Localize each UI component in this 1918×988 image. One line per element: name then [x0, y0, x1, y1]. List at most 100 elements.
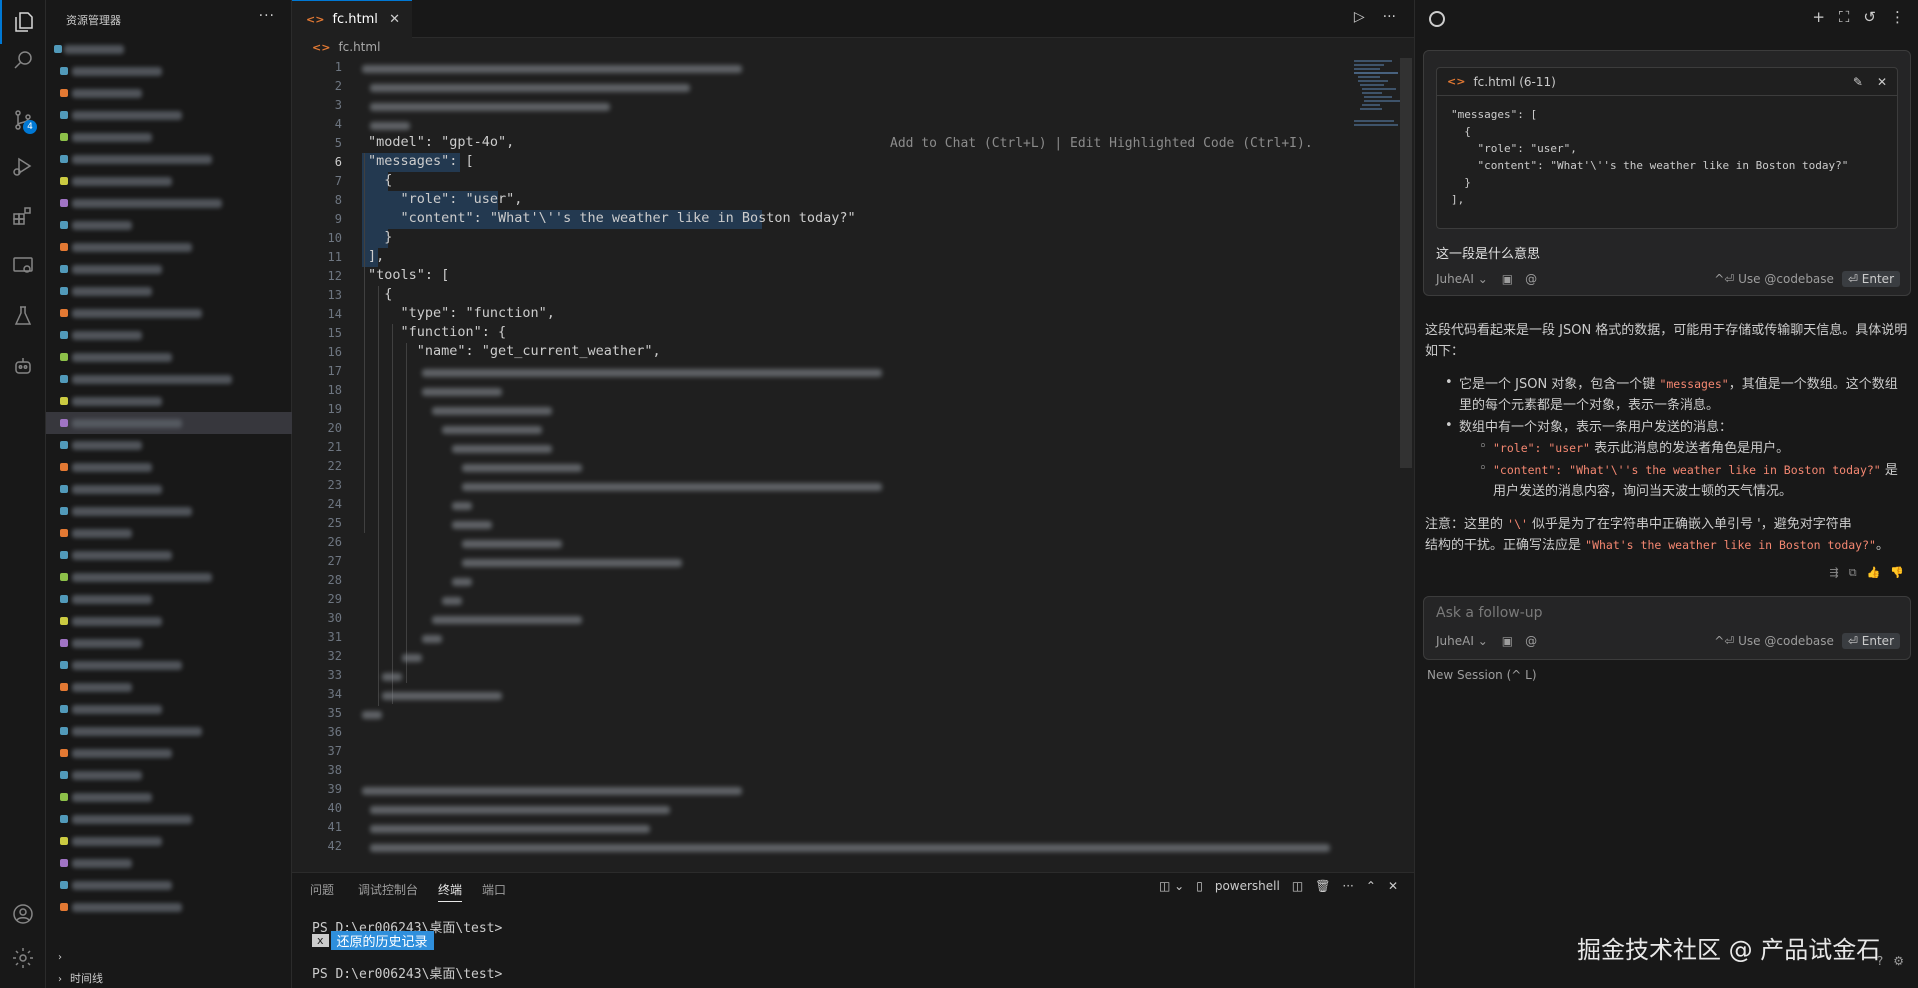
file-tree-item[interactable] — [46, 258, 292, 280]
file-tree-item[interactable] — [46, 170, 292, 192]
file-tree-item[interactable] — [46, 852, 292, 874]
search-icon[interactable] — [0, 38, 46, 82]
panel-tab-debug-console[interactable]: 调试控制台 — [358, 881, 418, 898]
file-tree-item[interactable] — [46, 588, 292, 610]
file-tree-item[interactable] — [46, 764, 292, 786]
file-tree-item[interactable] — [46, 346, 292, 368]
enter-button[interactable]: ⏎ Enter — [1841, 633, 1900, 649]
file-tree-item[interactable] — [46, 830, 292, 852]
breadcrumb[interactable]: <> fc.html — [312, 40, 380, 54]
file-tree-item[interactable] — [46, 60, 292, 82]
timeline-section[interactable]: › 时间线 — [58, 970, 103, 986]
at-mention-icon[interactable]: @ — [1525, 634, 1537, 648]
panel-tab-problems[interactable]: 问题 — [310, 881, 334, 898]
run-debug-icon[interactable] — [0, 144, 46, 188]
file-tree-item[interactable] — [46, 324, 292, 346]
file-tree-item[interactable] — [46, 192, 292, 214]
user-question[interactable]: 这一段是什么意思 — [1436, 243, 1540, 262]
edit-icon[interactable]: ✎ — [1853, 75, 1863, 89]
close-icon[interactable]: ✕ — [1877, 75, 1887, 89]
split-terminal-icon[interactable]: ◫ ⌄ — [1159, 879, 1184, 893]
file-tree-item[interactable] — [46, 148, 292, 170]
file-tree-item[interactable] — [46, 456, 292, 478]
file-tree-item[interactable] — [46, 676, 292, 698]
terminal-prompt[interactable]: PS D:\er006243\桌面\test> — [312, 963, 502, 982]
file-tree-item[interactable] — [46, 412, 292, 434]
use-codebase-button[interactable]: ^⏎ Use @codebase — [1714, 272, 1834, 286]
panel-tab-ports[interactable]: 端口 — [482, 881, 506, 898]
file-tree-item[interactable] — [46, 302, 292, 324]
file-icon — [60, 705, 68, 713]
followup-input[interactable]: Ask a follow-up — [1436, 605, 1543, 621]
ai-robot-icon[interactable] — [0, 344, 46, 388]
file-tree-item[interactable] — [46, 368, 292, 390]
remote-explorer-icon[interactable] — [0, 244, 46, 288]
file-tree-item[interactable] — [46, 126, 292, 148]
file-tree-item[interactable] — [46, 720, 292, 742]
image-icon[interactable]: ▣ — [1502, 634, 1513, 648]
file-tree-item[interactable] — [46, 500, 292, 522]
account-icon[interactable] — [0, 892, 46, 936]
tab-fc-html[interactable]: <> fc.html ✕ — [292, 0, 412, 38]
file-tree-item[interactable] — [46, 434, 292, 456]
layout-icon[interactable]: ⛶ — [1839, 8, 1850, 26]
thumbs-up-icon[interactable]: 👍 — [1867, 566, 1881, 580]
thumbs-down-icon[interactable]: 👎 — [1890, 566, 1904, 580]
use-codebase-button[interactable]: ^⏎ Use @codebase — [1714, 634, 1834, 648]
shell-name[interactable]: powershell — [1215, 879, 1280, 893]
model-select[interactable]: JuheAI ⌄ — [1436, 272, 1488, 286]
extensions-icon[interactable] — [0, 194, 46, 238]
panel-more-button[interactable]: ··· — [1342, 879, 1353, 893]
source-control-icon[interactable]: 4 — [0, 98, 46, 142]
file-tree-item[interactable] — [46, 610, 292, 632]
file-tree-item[interactable] — [46, 104, 292, 126]
sidebar-more-button[interactable]: ··· — [259, 8, 275, 24]
settings-gear-icon[interactable]: ⚙ — [1893, 954, 1904, 968]
file-tree-item[interactable] — [46, 82, 292, 104]
file-icon — [60, 595, 68, 603]
file-tree-item[interactable] — [46, 698, 292, 720]
outline-section[interactable]: › — [58, 950, 70, 963]
file-tree-item[interactable] — [46, 280, 292, 302]
minimap[interactable] — [1354, 58, 1404, 148]
file-tree-item[interactable] — [46, 874, 292, 896]
history-icon[interactable]: ↺ — [1863, 8, 1876, 26]
image-icon[interactable]: ▣ — [1502, 272, 1513, 286]
file-tree-item[interactable] — [46, 390, 292, 412]
file-tree-item[interactable] — [46, 236, 292, 258]
close-icon[interactable]: ✕ — [389, 12, 400, 27]
file-tree-item[interactable] — [46, 38, 292, 60]
file-tree-item[interactable] — [46, 786, 292, 808]
split-icon[interactable]: ◫ — [1292, 879, 1303, 893]
new-session-link[interactable]: New Session (^ L) — [1427, 668, 1537, 682]
file-tree-item[interactable] — [46, 566, 292, 588]
model-select[interactable]: JuheAI ⌄ — [1436, 634, 1488, 648]
file-tree-item[interactable] — [46, 522, 292, 544]
file-tree-item[interactable] — [46, 214, 292, 236]
file-tree-item[interactable] — [46, 478, 292, 500]
snippet-code: "messages": [ { "role": "user", "content… — [1451, 108, 1849, 206]
copy-icon[interactable]: ⧉ — [1849, 566, 1857, 580]
help-icon[interactable]: ? — [1877, 954, 1883, 968]
testing-icon[interactable] — [0, 294, 46, 338]
chat-more-button[interactable]: ⋮ — [1890, 8, 1905, 26]
line-number: 20 — [327, 421, 342, 435]
file-tree-item[interactable] — [46, 742, 292, 764]
editor-scrollbar[interactable] — [1400, 58, 1412, 468]
new-chat-icon[interactable]: + — [1812, 8, 1825, 26]
file-tree-item[interactable] — [46, 808, 292, 830]
file-tree-item[interactable] — [46, 896, 292, 918]
trash-icon[interactable]: 🗑 — [1315, 879, 1330, 893]
editor-more-button[interactable]: ··· — [1383, 9, 1396, 25]
file-tree-item[interactable] — [46, 654, 292, 676]
file-tree-item[interactable] — [46, 544, 292, 566]
panel-tab-terminal[interactable]: 终端 — [438, 881, 463, 902]
close-icon[interactable]: ✕ — [1388, 879, 1398, 893]
file-tree-item[interactable] — [46, 632, 292, 654]
at-mention-icon[interactable]: @ — [1525, 272, 1537, 286]
insert-icon[interactable]: ⇶ — [1830, 566, 1839, 580]
settings-gear-icon[interactable] — [0, 936, 46, 980]
enter-button[interactable]: ⏎ Enter — [1841, 271, 1900, 287]
maximize-icon[interactable]: ⌃ — [1366, 879, 1376, 893]
run-icon[interactable]: ▷ — [1354, 9, 1365, 25]
